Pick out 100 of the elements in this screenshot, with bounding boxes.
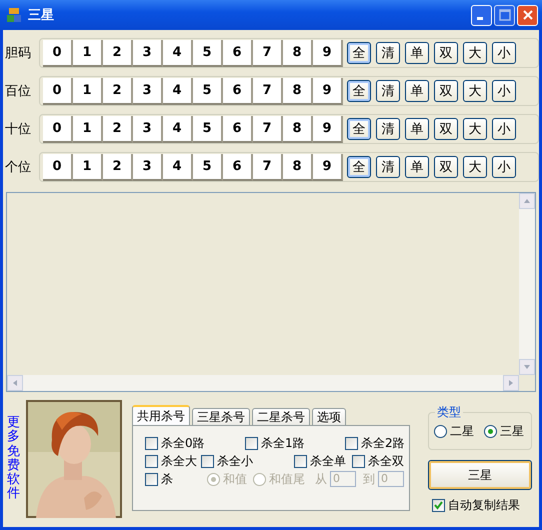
digit-button[interactable]: 8 [283, 154, 313, 180]
row-label: 十位 [4, 121, 32, 138]
digit-button[interactable]: 9 [313, 40, 343, 66]
checkbox[interactable]: 杀 [145, 470, 173, 488]
action-button[interactable]: 双 [434, 80, 458, 102]
digit-button[interactable]: 2 [103, 78, 133, 104]
radio-button[interactable]: 二星 [434, 423, 474, 440]
action-button[interactable]: 全 [347, 42, 371, 64]
action-button[interactable]: 单 [405, 118, 429, 140]
digit-button[interactable]: 5 [193, 40, 223, 66]
digit-button[interactable]: 4 [163, 116, 193, 142]
digit-button[interactable]: 7 [253, 116, 283, 142]
check-icon [434, 501, 443, 510]
digit-button[interactable]: 7 [253, 78, 283, 104]
digit-button[interactable]: 4 [163, 40, 193, 66]
action-button[interactable]: 双 [434, 118, 458, 140]
action-button[interactable]: 大 [463, 80, 487, 102]
digit-button[interactable]: 7 [253, 154, 283, 180]
digit-button[interactable]: 3 [133, 78, 163, 104]
digit-button[interactable]: 7 [253, 40, 283, 66]
output-area[interactable] [6, 192, 536, 392]
tab[interactable]: 选项 [312, 408, 346, 425]
digit-button[interactable]: 2 [103, 154, 133, 180]
checkbox[interactable]: 杀全大 [145, 452, 197, 470]
digit-button[interactable]: 5 [193, 78, 223, 104]
scroll-up-icon[interactable] [519, 193, 535, 209]
digit-button[interactable]: 3 [133, 40, 163, 66]
digit-button[interactable]: 0 [43, 78, 73, 104]
digit-button[interactable]: 9 [313, 116, 343, 142]
digit-button[interactable]: 2 [103, 40, 133, 66]
field-label: 从 [315, 470, 327, 488]
run-button[interactable]: 三星 [428, 460, 532, 490]
digit-button[interactable]: 4 [163, 78, 193, 104]
maximize-button[interactable] [494, 4, 515, 26]
action-button[interactable]: 清 [376, 42, 400, 64]
horizontal-scrollbar[interactable] [7, 375, 519, 391]
digit-button[interactable]: 3 [133, 116, 163, 142]
action-button[interactable]: 单 [405, 156, 429, 178]
close-button[interactable] [517, 4, 538, 26]
action-button[interactable]: 双 [434, 156, 458, 178]
digit-button[interactable]: 6 [223, 78, 253, 104]
action-button[interactable]: 清 [376, 118, 400, 140]
checkbox[interactable]: 杀全双 [352, 452, 404, 470]
action-button[interactable]: 双 [434, 42, 458, 64]
scroll-left-icon[interactable] [7, 375, 23, 391]
action-button[interactable]: 小 [492, 118, 516, 140]
group-title: 类型 [435, 404, 463, 421]
digit-button[interactable]: 1 [73, 116, 103, 142]
action-button[interactable]: 单 [405, 80, 429, 102]
digit-button[interactable]: 2 [103, 116, 133, 142]
digit-button[interactable]: 8 [283, 40, 313, 66]
action-button[interactable]: 清 [376, 156, 400, 178]
field-label: 到 [363, 470, 375, 488]
digit-button[interactable]: 0 [43, 40, 73, 66]
action-button[interactable]: 全 [347, 118, 371, 140]
digit-button[interactable]: 4 [163, 154, 193, 180]
more-software-link[interactable]: 更多免费软件 [7, 416, 20, 518]
radio-button[interactable]: 三星 [484, 423, 524, 440]
checkbox[interactable]: 杀全小 [201, 452, 253, 470]
checkbox[interactable]: 杀全2路 [345, 434, 405, 452]
action-button[interactable]: 单 [405, 42, 429, 64]
vertical-scrollbar[interactable] [519, 193, 535, 375]
action-button[interactable]: 大 [463, 42, 487, 64]
checkbox[interactable]: 杀全1路 [245, 434, 305, 452]
digit-button[interactable]: 3 [133, 154, 163, 180]
maximize-icon [498, 9, 510, 21]
checkbox[interactable]: 自动复制结果 [432, 497, 532, 514]
action-button[interactable]: 大 [463, 156, 487, 178]
action-button[interactable]: 大 [463, 118, 487, 140]
action-button[interactable]: 全 [347, 80, 371, 102]
digit-button[interactable]: 0 [43, 116, 73, 142]
tab[interactable]: 三星杀号 [192, 408, 250, 425]
checkbox[interactable]: 杀全单 [294, 452, 346, 470]
scroll-right-icon[interactable] [503, 375, 519, 391]
tab[interactable]: 共用杀号 [132, 405, 190, 425]
action-button[interactable]: 小 [492, 42, 516, 64]
digit-button[interactable]: 6 [223, 116, 253, 142]
minimize-icon [476, 17, 482, 20]
digit-button[interactable]: 8 [283, 78, 313, 104]
action-button[interactable]: 全 [347, 156, 371, 178]
action-button[interactable]: 小 [492, 156, 516, 178]
action-button[interactable]: 清 [376, 80, 400, 102]
digit-button[interactable]: 5 [193, 116, 223, 142]
digit-button[interactable]: 1 [73, 78, 103, 104]
digit-button[interactable]: 9 [313, 154, 343, 180]
scroll-down-icon[interactable] [519, 359, 535, 375]
digit-button[interactable]: 8 [283, 116, 313, 142]
digit-button[interactable]: 1 [73, 154, 103, 180]
minimize-button[interactable] [471, 4, 492, 26]
digit-button[interactable]: 6 [223, 154, 253, 180]
checkbox[interactable]: 杀全0路 [145, 434, 205, 452]
window-title: 三星 [28, 7, 55, 24]
app-icon [6, 7, 22, 23]
digit-button[interactable]: 6 [223, 40, 253, 66]
digit-button[interactable]: 9 [313, 78, 343, 104]
digit-button[interactable]: 1 [73, 40, 103, 66]
action-button[interactable]: 小 [492, 80, 516, 102]
digit-button[interactable]: 5 [193, 154, 223, 180]
tab[interactable]: 二星杀号 [252, 408, 310, 425]
digit-button[interactable]: 0 [43, 154, 73, 180]
